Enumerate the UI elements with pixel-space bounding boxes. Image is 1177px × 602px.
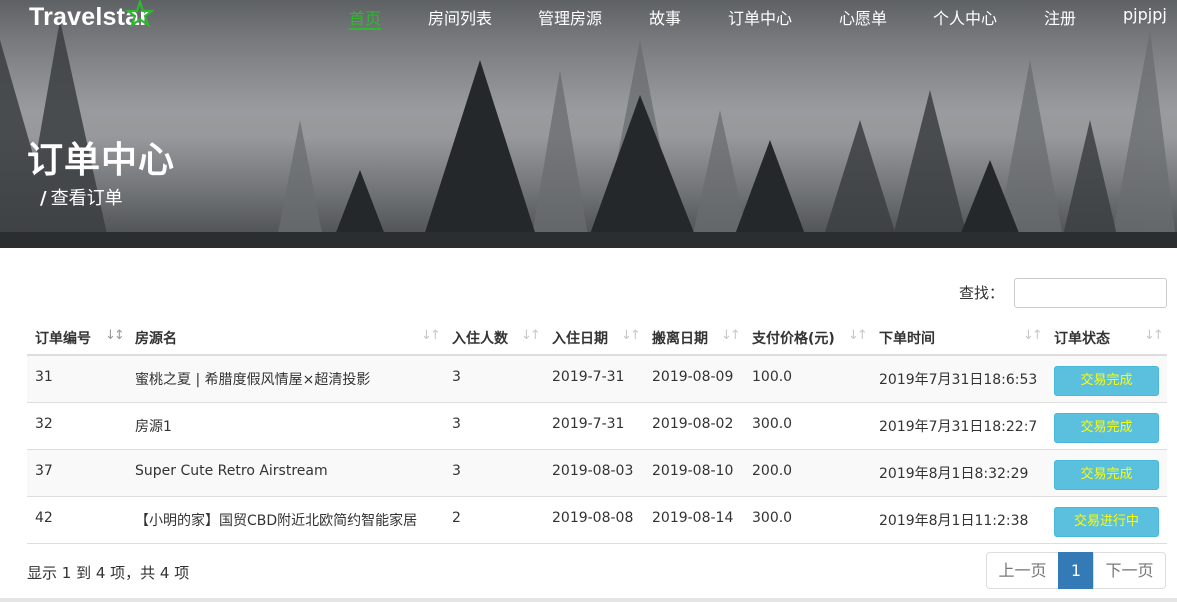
pagination: 上一页 1 下一页: [986, 552, 1166, 589]
nav-active-indicator: [349, 28, 381, 30]
cell-order-id: 42: [35, 510, 53, 526]
cell-price: 100.0: [752, 369, 793, 385]
cell-listing-name: Super Cute Retro Airstream: [135, 463, 328, 479]
cell-order-time: 2019年7月31日18:6:53: [879, 372, 1038, 388]
column-header-checkout[interactable]: 搬离日期: [652, 328, 708, 348]
cell-checkout: 2019-08-02: [652, 416, 734, 432]
nav-item-username[interactable]: pjpjpj: [1123, 5, 1167, 24]
cell-checkout: 2019-08-09: [652, 369, 734, 385]
cell-listing-name: 【小明的家】国贸CBD附近北欧简约智能家居: [135, 513, 418, 529]
cell-guests: 3: [452, 463, 461, 479]
next-page-button[interactable]: 下一页: [1093, 552, 1166, 589]
column-header-checkin[interactable]: 入住日期: [552, 328, 608, 348]
orders-table: 订单编号 ↓↕ 房源名 ↓↑ 入住人数 ↓↑ 入住日期 ↓↑ 搬离日期 ↓↑ 支…: [27, 318, 1167, 544]
table-row: 42 【小明的家】国贸CBD附近北欧简约智能家居 2 2019-08-08 20…: [27, 497, 1167, 544]
nav-item-profile[interactable]: 个人中心: [933, 5, 997, 29]
sort-icon[interactable]: ↓↑: [421, 328, 441, 343]
status-button[interactable]: 交易完成: [1054, 366, 1159, 396]
cell-guests: 3: [452, 369, 461, 385]
column-header-order-time[interactable]: 下单时间: [879, 328, 935, 348]
status-button[interactable]: 交易完成: [1054, 460, 1159, 490]
sort-icon[interactable]: ↓↑: [521, 328, 541, 343]
cell-order-time: 2019年8月1日11:2:38: [879, 513, 1029, 529]
nav-item-home[interactable]: 首页: [349, 5, 381, 29]
cell-order-id: 32: [35, 416, 53, 432]
sort-icon[interactable]: ↓↑: [721, 328, 741, 343]
cell-order-id: 31: [35, 369, 53, 385]
top-navbar: Travelstar 首页 房间列表 管理房源 故事 订单中心 心愿单 个人中心…: [0, 0, 1177, 32]
table-row: 31 蜜桃之夏 | 希腊度假风情屋×超清投影 3 2019-7-31 2019-…: [27, 356, 1167, 403]
bottom-divider: [0, 598, 1177, 602]
table-row: 37 Super Cute Retro Airstream 3 2019-08-…: [27, 450, 1167, 497]
cell-listing-name: 蜜桃之夏 | 希腊度假风情屋×超清投影: [135, 372, 371, 388]
hero-banner: Travelstar 首页 房间列表 管理房源 故事 订单中心 心愿单 个人中心…: [0, 0, 1177, 248]
page-1-button[interactable]: 1: [1058, 552, 1094, 589]
cell-checkout: 2019-08-14: [652, 510, 734, 526]
forest-background-image: [0, 0, 1177, 248]
search-input[interactable]: [1014, 278, 1167, 308]
cell-checkout: 2019-08-10: [652, 463, 734, 479]
cell-guests: 2: [452, 510, 461, 526]
nav-item-wishlist[interactable]: 心愿单: [839, 5, 887, 29]
nav-item-stories[interactable]: 故事: [649, 5, 681, 29]
nav-item-manage-listings[interactable]: 管理房源: [538, 5, 602, 29]
breadcrumb-separator: /: [40, 188, 47, 209]
search-label: 查找：: [959, 284, 1005, 302]
cell-price: 300.0: [752, 510, 793, 526]
cell-price: 300.0: [752, 416, 793, 432]
column-header-guests[interactable]: 入住人数: [452, 328, 508, 348]
status-button[interactable]: 交易进行中: [1054, 507, 1159, 537]
cell-checkin: 2019-7-31: [552, 369, 625, 385]
sort-icon[interactable]: ↓↑: [848, 328, 868, 343]
column-header-price[interactable]: 支付价格(元): [752, 328, 835, 348]
nav-item-register[interactable]: 注册: [1044, 5, 1076, 29]
cell-price: 200.0: [752, 463, 793, 479]
nav-item-order-center[interactable]: 订单中心: [728, 5, 792, 29]
pagination-info: 显示 1 到 4 项，共 4 项: [27, 564, 190, 582]
column-header-order-id[interactable]: 订单编号: [35, 328, 91, 348]
sort-icon[interactable]: ↓↑: [1023, 328, 1043, 343]
star-logo-icon: [126, 0, 154, 28]
column-header-listing-name[interactable]: 房源名: [135, 328, 177, 348]
cell-guests: 3: [452, 416, 461, 432]
cell-order-time: 2019年7月31日18:22:7: [879, 419, 1038, 435]
cell-order-id: 37: [35, 463, 53, 479]
page-title: 订单中心: [27, 140, 176, 181]
cell-listing-name: 房源1: [135, 419, 172, 435]
sort-icon[interactable]: ↓↑: [1144, 328, 1164, 343]
nav-item-room-list[interactable]: 房间列表: [428, 5, 492, 29]
status-button[interactable]: 交易完成: [1054, 413, 1159, 443]
cell-checkin: 2019-7-31: [552, 416, 625, 432]
cell-checkin: 2019-08-03: [552, 463, 634, 479]
prev-page-button[interactable]: 上一页: [986, 552, 1059, 589]
column-header-status[interactable]: 订单状态: [1054, 328, 1110, 348]
table-header: 订单编号 ↓↕ 房源名 ↓↑ 入住人数 ↓↑ 入住日期 ↓↑ 搬离日期 ↓↑ 支…: [27, 318, 1167, 356]
cell-checkin: 2019-08-08: [552, 510, 634, 526]
sort-icon[interactable]: ↓↑: [621, 328, 641, 343]
breadcrumb: / 查看订单: [40, 184, 123, 210]
sort-asc-icon[interactable]: ↓↕: [105, 328, 125, 343]
table-row: 32 房源1 3 2019-7-31 2019-08-02 300.0 2019…: [27, 403, 1167, 450]
cell-order-time: 2019年8月1日8:32:29: [879, 466, 1029, 482]
breadcrumb-current: 查看订单: [50, 188, 123, 209]
